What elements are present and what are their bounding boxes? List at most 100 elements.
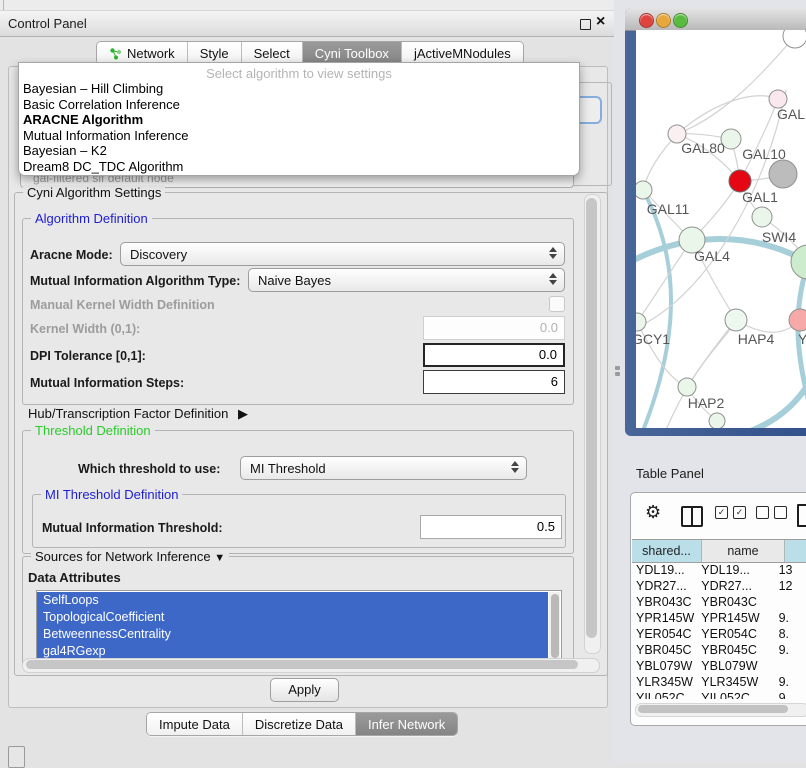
tab-label: Impute Data <box>159 717 230 732</box>
hide-columns-unchecked-icon[interactable] <box>756 506 787 519</box>
mi-steps-field[interactable]: 6 <box>423 370 565 394</box>
table-toolbar: ⚙ ✓✓ <box>631 493 806 537</box>
node-label-gal1: GAL1 <box>742 189 778 205</box>
mi-threshold-label: Mutual Information Threshold: <box>42 521 223 535</box>
table-cell: YBR045C <box>697 642 774 658</box>
network-node[interactable] <box>789 309 806 331</box>
table-horizontal-scrollbar[interactable] <box>635 703 806 717</box>
table-row[interactable]: YBR045CYBR045C9. <box>632 642 806 658</box>
network-edge[interactable] <box>666 320 736 428</box>
mi-steps-label: Mutual Information Steps: <box>30 376 184 390</box>
close-traffic-light-icon[interactable] <box>639 13 654 28</box>
split-pane-grip[interactable] <box>615 366 621 377</box>
close-icon[interactable]: × <box>596 13 605 31</box>
table-cell: YDL19... <box>632 562 697 578</box>
network-edge[interactable] <box>798 270 806 428</box>
tab-label: Network <box>127 46 175 61</box>
table-cell: 9. <box>775 642 806 658</box>
report-page-icon[interactable] <box>797 504 806 527</box>
table-cell: YLR345W <box>632 674 697 690</box>
network-node[interactable] <box>725 309 747 331</box>
node-label-y: Y <box>798 331 806 347</box>
apply-button[interactable]: Apply <box>270 678 339 702</box>
table-row[interactable]: YBL079WYBL079W <box>632 658 806 674</box>
network-node[interactable] <box>636 181 652 199</box>
attribute-item-selfloops[interactable]: SelfLoops <box>37 592 548 609</box>
attribute-item-topologicalcoefficient[interactable]: TopologicalCoefficient <box>37 609 548 626</box>
dropdown-item-basic-correlation-inference[interactable]: Basic Correlation Inference <box>23 97 180 112</box>
minimize-traffic-light-icon[interactable] <box>656 13 671 28</box>
settings-vertical-scrollbar[interactable] <box>584 194 601 654</box>
combo-spinner-icon <box>549 273 557 285</box>
aracne-mode-label: Aracne Mode: <box>30 248 113 262</box>
expand-right-icon[interactable]: ▶ <box>238 406 248 421</box>
table-row[interactable]: YPR145WYPR145W9. <box>632 610 806 626</box>
network-canvas[interactable]: GALGAL80GAL10GAL1GAL11SWI4GAL4GCY1HAP4YH… <box>636 30 806 428</box>
node-label-gal4: GAL4 <box>694 248 730 264</box>
table-row[interactable]: YER054CYER054C8. <box>632 626 806 642</box>
gear-icon[interactable]: ⚙ <box>645 502 661 523</box>
column-header-shared-[interactable]: shared... <box>632 540 702 562</box>
float-window-icon[interactable] <box>580 19 591 30</box>
tab-discretize-data[interactable]: Discretize Data <box>243 713 356 735</box>
aracne-mode-combo[interactable]: Discovery <box>120 242 565 266</box>
network-node[interactable] <box>752 207 772 227</box>
network-edge[interactable] <box>748 360 806 428</box>
network-view-window: GALGAL80GAL10GAL1GAL11SWI4GAL4GCY1HAP4YH… <box>625 8 806 436</box>
dropdown-item-bayesian-k2[interactable]: Bayesian – K2 <box>23 143 107 158</box>
attribute-item-betweennesscentrality[interactable]: BetweennessCentrality <box>37 626 548 643</box>
show-columns-checked-icon[interactable]: ✓✓ <box>715 506 746 519</box>
table-cell: YLR345W <box>697 674 774 690</box>
mi-algorithm-type-combo[interactable]: Naive Bayes <box>248 268 565 292</box>
tab-select[interactable]: Select <box>242 42 303 64</box>
network-node[interactable] <box>769 160 797 188</box>
dropdown-item-bayesian-hill-climbing[interactable]: Bayesian – Hill Climbing <box>23 81 163 96</box>
dropdown-item-aracne-algorithm[interactable]: ARACNE Algorithm <box>23 112 143 127</box>
network-graph: GALGAL80GAL10GAL1GAL11SWI4GAL4GCY1HAP4YH… <box>636 30 806 428</box>
table-cell: 8. <box>775 626 806 642</box>
network-edge[interactable] <box>677 96 778 134</box>
tab-impute-data[interactable]: Impute Data <box>147 713 243 735</box>
collapse-down-icon[interactable]: ▼ <box>214 552 225 564</box>
tab-infer-network[interactable]: Infer Network <box>356 713 457 735</box>
bottom-left-grip[interactable] <box>8 746 25 768</box>
table-row[interactable]: YBR043CYBR043C <box>632 594 806 610</box>
network-edge[interactable] <box>644 192 671 428</box>
attributes-scrollbar[interactable] <box>549 592 560 661</box>
tab-network[interactable]: Network <box>97 42 188 64</box>
manual-kernel-width-label: Manual Kernel Width Definition <box>30 298 215 312</box>
tab-cyni-toolbox[interactable]: Cyni Toolbox <box>303 42 402 64</box>
mi-algorithm-type-label: Mutual Information Algorithm Type: <box>30 274 240 288</box>
table-row[interactable]: YDL19...YDL19...13 <box>632 562 806 578</box>
which-threshold-value: MI Threshold <box>250 461 326 476</box>
column-header-name[interactable]: name <box>702 540 785 562</box>
split-columns-icon[interactable] <box>681 506 703 527</box>
mi-threshold-field[interactable]: 0.5 <box>420 515 562 539</box>
settings-horizontal-scrollbar[interactable] <box>22 658 600 673</box>
table-row[interactable]: YLR345WYLR345W9. <box>632 674 806 690</box>
window-corner-notch <box>3 0 4 10</box>
network-node[interactable] <box>709 413 725 428</box>
hub-factor-section-label[interactable]: Hub/Transcription Factor Definition ▶ <box>28 406 248 422</box>
table-cell: YPR145W <box>697 610 774 626</box>
dropdown-item-dream8-dc-tdc-algorithm[interactable]: Dream8 DC_TDC Algorithm <box>23 159 183 174</box>
table-cell: 12 <box>775 578 806 594</box>
network-edge[interactable] <box>643 134 677 190</box>
zoom-traffic-light-icon[interactable] <box>673 13 688 28</box>
table-row[interactable]: YDR27...YDR27...12 <box>632 578 806 594</box>
table-row[interactable]: YIL052CYIL052C9 <box>632 690 806 699</box>
dpi-tolerance-field[interactable]: 0.0 <box>423 343 565 367</box>
tab-style[interactable]: Style <box>188 42 242 64</box>
which-threshold-combo[interactable]: MI Threshold <box>240 456 527 480</box>
tab-label: Cyni Toolbox <box>315 46 389 61</box>
network-node[interactable] <box>678 378 696 396</box>
network-graph-icon <box>109 47 122 60</box>
column-header-hidden[interactable] <box>785 540 806 562</box>
network-window-titlebar[interactable] <box>625 8 806 31</box>
node-label-hap4: HAP4 <box>738 331 775 347</box>
dropdown-item-mutual-information-inference[interactable]: Mutual Information Inference <box>23 128 188 143</box>
network-node[interactable] <box>791 245 806 279</box>
combo-spinner-icon <box>549 247 557 259</box>
network-node[interactable] <box>636 313 646 331</box>
tab-jactivemnodules[interactable]: jActiveMNodules <box>402 42 523 64</box>
